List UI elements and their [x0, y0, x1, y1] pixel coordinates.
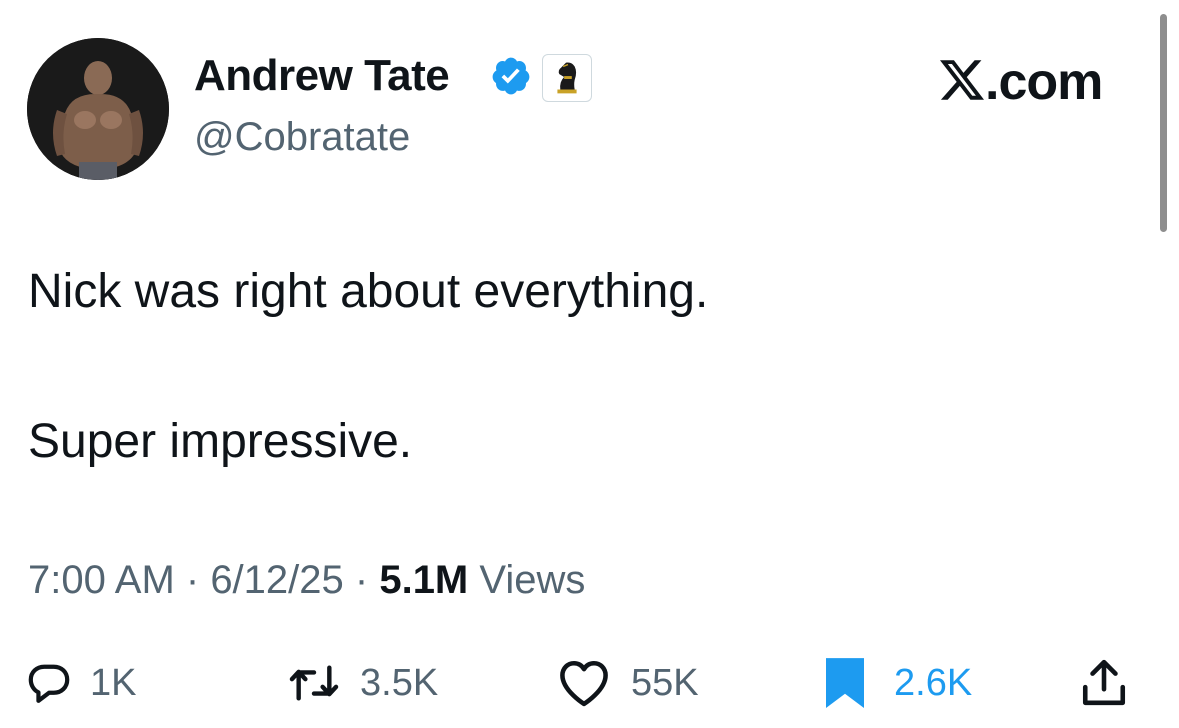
repost-count: 3.5K	[360, 662, 439, 704]
like-count: 55K	[631, 662, 699, 704]
reply-button[interactable]: 1K	[26, 655, 136, 711]
tweet-meta: 7:00 AM · 6/12/25 · 5.1M Views	[28, 560, 585, 600]
reply-count: 1K	[90, 662, 137, 704]
like-button[interactable]: 55K	[555, 655, 699, 711]
tweet-date[interactable]: 6/12/25	[210, 558, 343, 602]
x-logo-icon	[940, 60, 984, 100]
scrollbar[interactable]	[1160, 14, 1167, 232]
bookmark-button[interactable]: 2.6K	[826, 655, 972, 711]
share-button[interactable]	[1081, 655, 1127, 711]
meta-separator: ·	[174, 558, 211, 602]
repost-button[interactable]: 3.5K	[286, 655, 438, 711]
bookmark-count: 2.6K	[894, 662, 973, 704]
share-icon	[1082, 659, 1126, 706]
verified-badge-icon[interactable]	[490, 55, 532, 97]
reply-icon	[28, 664, 70, 703]
tweet-text-line: Super impressive.	[28, 415, 413, 468]
affiliate-badge[interactable]	[542, 54, 592, 102]
avatar[interactable]	[27, 38, 169, 180]
heart-icon	[560, 660, 608, 707]
bookmark-icon	[826, 658, 864, 708]
tweet-time[interactable]: 7:00 AM	[28, 558, 175, 602]
tweet-text-line: Nick was right about everything.	[28, 265, 709, 318]
views-count[interactable]: 5.1M	[379, 558, 468, 602]
views-label[interactable]: Views	[468, 558, 585, 602]
site-domain: .com	[985, 53, 1103, 111]
author-handle[interactable]: @Cobratate	[194, 117, 410, 157]
site-label: .com	[940, 53, 1103, 111]
author-name[interactable]: Andrew Tate	[194, 54, 450, 98]
meta-separator: ·	[343, 558, 380, 602]
chess-knight-icon	[557, 62, 577, 94]
avatar-photo	[27, 38, 169, 180]
repost-icon	[289, 665, 339, 701]
